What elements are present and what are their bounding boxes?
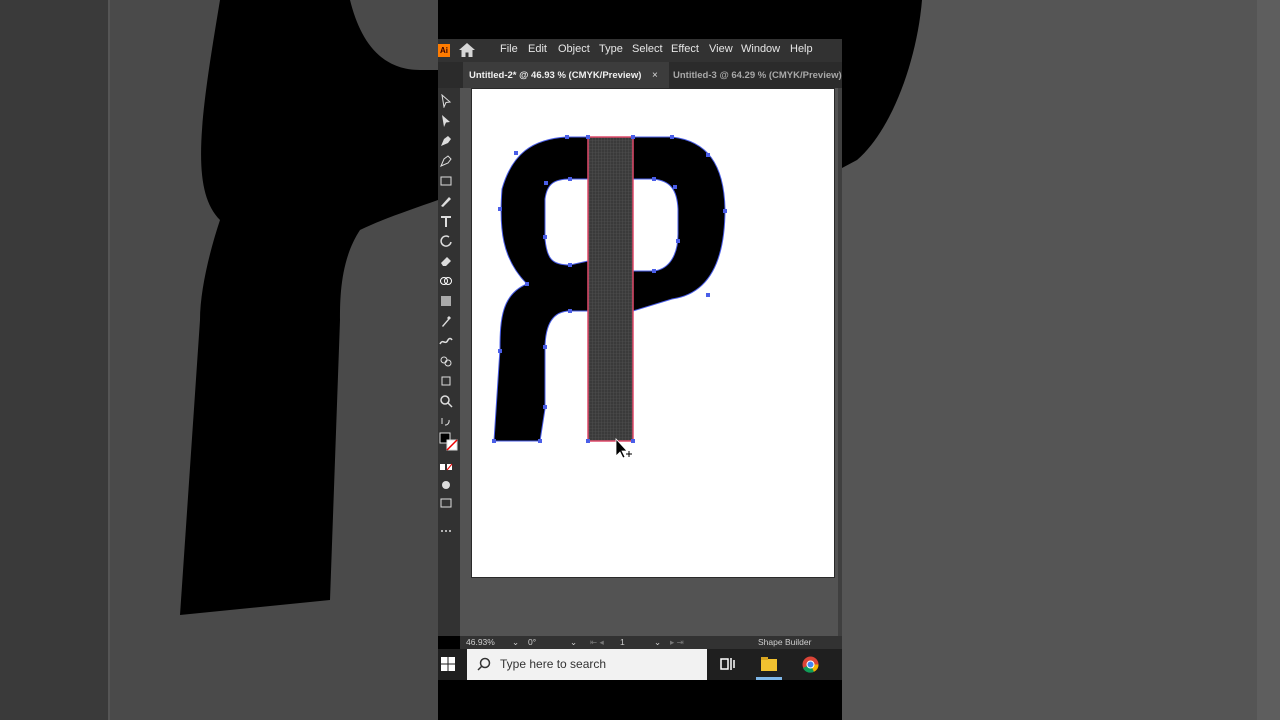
blend-tool-icon[interactable] — [439, 334, 453, 348]
menu-file[interactable]: File — [500, 43, 518, 55]
illustrator-window: Ai File Edit Object Type Select Effect V… — [438, 0, 842, 720]
eyedropper-tool-icon[interactable] — [439, 314, 453, 328]
swap-colors-icon[interactable] — [439, 416, 453, 430]
rotate-tool-icon[interactable] — [439, 234, 453, 248]
app-logo: Ai — [438, 44, 450, 57]
taskbar-search[interactable]: Type here to search — [467, 649, 707, 680]
background-right-blur — [842, 0, 1280, 720]
artboard[interactable] — [472, 89, 834, 577]
artboard-nav-first-icon[interactable]: ⇤ ◂ — [590, 637, 604, 648]
current-tool-label: Shape Builder — [758, 637, 812, 647]
zoom-dropdown-icon[interactable]: ⌄ — [512, 637, 519, 648]
menu-type[interactable]: Type — [599, 43, 623, 55]
tools-panel — [438, 88, 460, 636]
highlighted-stem-shape[interactable] — [587, 136, 634, 442]
background-toolbar-blur — [0, 0, 108, 720]
zoom-level[interactable]: 46.93% — [466, 637, 495, 647]
menu-effect[interactable]: Effect — [671, 43, 699, 55]
home-icon[interactable] — [458, 42, 476, 58]
screen-mode-icon[interactable] — [439, 496, 453, 510]
menu-help[interactable]: Help — [790, 43, 813, 55]
menu-bar: Ai File Edit Object Type Select Effect V… — [438, 39, 842, 62]
background-edge — [1257, 0, 1280, 720]
background-canvas-blur — [110, 0, 438, 720]
search-icon — [477, 657, 491, 671]
document-tabs: Untitled-2* @ 46.93 % (CMYK/Preview) Unt… — [438, 62, 842, 88]
zoom-tool-icon[interactable] — [439, 394, 453, 408]
windows-taskbar: Type here to search — [438, 649, 842, 680]
type-tool-icon[interactable] — [439, 214, 453, 228]
tab-untitled-2[interactable]: Untitled-2* @ 46.93 % (CMYK/Preview) — [463, 62, 669, 88]
gradient-tool-icon[interactable] — [439, 294, 453, 308]
right-letter-shape[interactable] — [632, 136, 726, 312]
chrome-icon[interactable] — [802, 656, 819, 673]
background-letter-blur — [180, 0, 438, 615]
symbol-sprayer-tool-icon[interactable] — [439, 354, 453, 368]
artboard-number[interactable]: 1 — [620, 637, 625, 647]
vertical-scrollbar[interactable] — [838, 88, 842, 636]
pen-tool-icon[interactable] — [439, 134, 453, 148]
direct-selection-tool-icon[interactable] — [439, 114, 453, 128]
active-app-indicator — [756, 677, 782, 680]
rectangle-tool-icon[interactable] — [439, 174, 453, 188]
selection-tool-icon[interactable] — [439, 94, 453, 108]
paintbrush-tool-icon[interactable] — [439, 194, 453, 208]
file-explorer-icon[interactable] — [760, 656, 778, 672]
menu-select[interactable]: Select — [632, 43, 663, 55]
canvas-area[interactable] — [460, 88, 842, 636]
menu-window[interactable]: Window — [741, 43, 780, 55]
eraser-tool-icon[interactable] — [439, 254, 453, 268]
rotation-value[interactable]: 0° — [528, 637, 536, 647]
task-view-icon[interactable] — [720, 657, 736, 671]
left-letter-shape[interactable] — [493, 136, 589, 442]
menu-view[interactable]: View — [709, 43, 733, 55]
background-canvas-blur-right — [842, 0, 1257, 720]
menu-object[interactable]: Object — [558, 43, 590, 55]
shape-builder-tool-icon[interactable] — [439, 274, 453, 288]
artboard-tool-icon[interactable] — [439, 374, 453, 388]
status-bar: 46.93% ⌄ 0° ⌄ ⇤ ◂ 1 ⌄ ▸ ⇥ Shape Builder — [460, 636, 842, 649]
artboard-nav-last-icon[interactable]: ▸ ⇥ — [670, 637, 684, 648]
search-placeholder: Type here to search — [500, 657, 607, 671]
shape-builder-cursor-icon — [615, 437, 632, 459]
tab-untitled-3[interactable]: Untitled-3 @ 64.29 % (CMYK/Preview) — [673, 62, 842, 88]
menu-edit[interactable]: Edit — [528, 43, 547, 55]
more-tools-icon[interactable] — [439, 524, 453, 538]
draw-mode-icon[interactable] — [439, 478, 453, 492]
curvature-tool-icon[interactable] — [439, 154, 453, 168]
fill-stroke-swatch-icon[interactable] — [439, 432, 459, 452]
windows-start-icon[interactable] — [441, 657, 455, 671]
tab-close-button[interactable]: × — [652, 62, 658, 90]
letter-artwork[interactable] — [472, 89, 834, 577]
rotation-dropdown-icon[interactable]: ⌄ — [570, 637, 577, 648]
color-mode-icon[interactable] — [439, 460, 453, 474]
background-letter-blur-right — [842, 0, 922, 168]
artboard-dropdown-icon[interactable]: ⌄ — [654, 637, 661, 648]
background-left-blur — [0, 0, 438, 720]
